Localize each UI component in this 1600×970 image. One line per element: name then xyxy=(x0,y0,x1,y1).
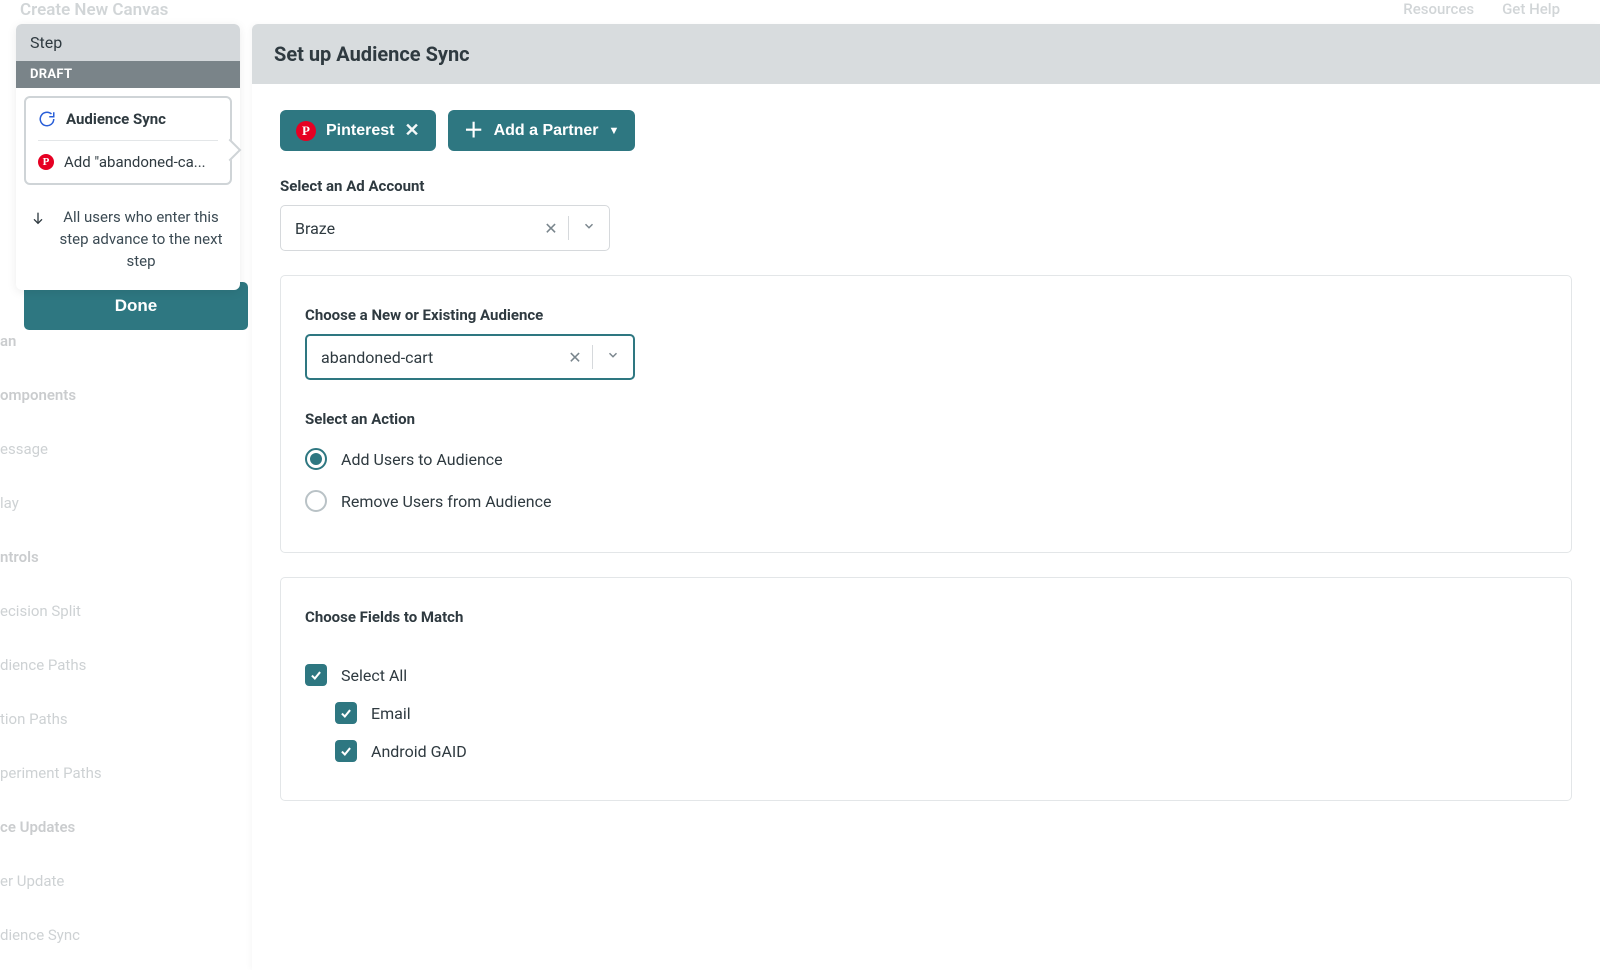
checkbox-email[interactable]: Email xyxy=(305,694,1547,732)
pinterest-icon: P xyxy=(296,121,316,141)
fields-card: Choose Fields to Match Select All Email … xyxy=(280,577,1572,801)
sync-icon xyxy=(38,110,56,128)
action-label: Select an Action xyxy=(305,410,1547,428)
pinterest-icon: P xyxy=(38,154,54,170)
bg-side-2: essage xyxy=(0,428,140,470)
bg-menu-resources: Resources xyxy=(1403,0,1474,24)
step-note: All users who enter this step advance to… xyxy=(16,193,240,290)
checkbox-icon xyxy=(305,664,327,686)
chevron-down-icon[interactable] xyxy=(593,348,633,366)
ad-account-value: Braze xyxy=(281,219,534,238)
checkbox-icon xyxy=(335,702,357,724)
plus-icon: ＋ xyxy=(464,121,484,141)
fields-label: Choose Fields to Match xyxy=(305,608,1547,626)
radio-remove-label: Remove Users from Audience xyxy=(341,492,551,511)
checkbox-icon xyxy=(335,740,357,762)
add-partner-label: Add a Partner xyxy=(494,122,599,140)
partner-chip-pinterest[interactable]: P Pinterest ✕ xyxy=(280,110,436,151)
bg-side-5: ecision Split xyxy=(0,590,140,632)
radio-icon xyxy=(305,490,327,512)
audience-label: Choose a New or Existing Audience xyxy=(305,306,1547,324)
step-panel: Step DRAFT Audience Sync P Add "abandone… xyxy=(16,24,240,290)
radio-add-users[interactable]: Add Users to Audience xyxy=(305,438,1547,480)
step-row1-label: Audience Sync xyxy=(66,110,166,128)
step-row-add-audience[interactable]: P Add "abandoned-ca... xyxy=(26,141,230,183)
add-partner-button[interactable]: ＋ Add a Partner ▼ xyxy=(448,110,636,151)
step-note-text: All users who enter this step advance to… xyxy=(56,207,226,272)
clear-icon[interactable]: ✕ xyxy=(534,219,568,238)
arrow-down-icon xyxy=(30,207,46,272)
audience-card: Choose a New or Existing Audience abando… xyxy=(280,275,1572,553)
audience-select[interactable]: abandoned-cart ✕ xyxy=(305,334,635,380)
bg-side-1: omponents xyxy=(0,374,140,416)
step-card[interactable]: Audience Sync P Add "abandoned-ca... xyxy=(24,96,232,185)
chevron-down-icon[interactable] xyxy=(569,219,609,237)
checkbox-select-all[interactable]: Select All xyxy=(305,656,1547,694)
close-icon[interactable]: ✕ xyxy=(404,120,419,141)
bg-side-8: periment Paths xyxy=(0,752,140,794)
bg-side-4: ntrols xyxy=(0,536,140,578)
bg-side-7: tion Paths xyxy=(0,698,140,740)
bg-side-11: dience Sync xyxy=(0,914,140,956)
step-row-audience-sync[interactable]: Audience Sync xyxy=(26,98,230,140)
radio-remove-users[interactable]: Remove Users from Audience xyxy=(305,480,1547,522)
main-panel: Set up Audience Sync P Pinterest ✕ ＋ Add… xyxy=(252,24,1600,970)
ad-account-label: Select an Ad Account xyxy=(280,177,1572,195)
partner-chip-row: P Pinterest ✕ ＋ Add a Partner ▼ xyxy=(280,110,1572,151)
audience-value: abandoned-cart xyxy=(307,348,558,367)
main-title: Set up Audience Sync xyxy=(252,24,1600,84)
step-row2-label: Add "abandoned-ca... xyxy=(64,153,206,171)
bg-side-9: ce Updates xyxy=(0,806,140,848)
chevron-down-icon: ▼ xyxy=(608,125,619,137)
step-status-badge: DRAFT xyxy=(16,61,240,88)
select-all-label: Select All xyxy=(341,666,407,685)
checkbox-android-gaid[interactable]: Android GAID xyxy=(305,732,1547,770)
bg-title: Create New Canvas xyxy=(20,0,168,24)
bg-menu-gethelp: Get Help xyxy=(1502,0,1560,24)
radio-add-label: Add Users to Audience xyxy=(341,450,503,469)
step-header: Step xyxy=(16,24,240,61)
field-gaid-label: Android GAID xyxy=(371,742,467,761)
bg-side-3: lay xyxy=(0,482,140,524)
radio-icon xyxy=(305,448,327,470)
bg-side-10: er Update xyxy=(0,860,140,902)
ad-account-select[interactable]: Braze ✕ xyxy=(280,205,610,251)
field-email-label: Email xyxy=(371,704,411,723)
bg-side-6: dience Paths xyxy=(0,644,140,686)
partner-chip-label: Pinterest xyxy=(326,122,394,140)
clear-icon[interactable]: ✕ xyxy=(558,348,592,367)
